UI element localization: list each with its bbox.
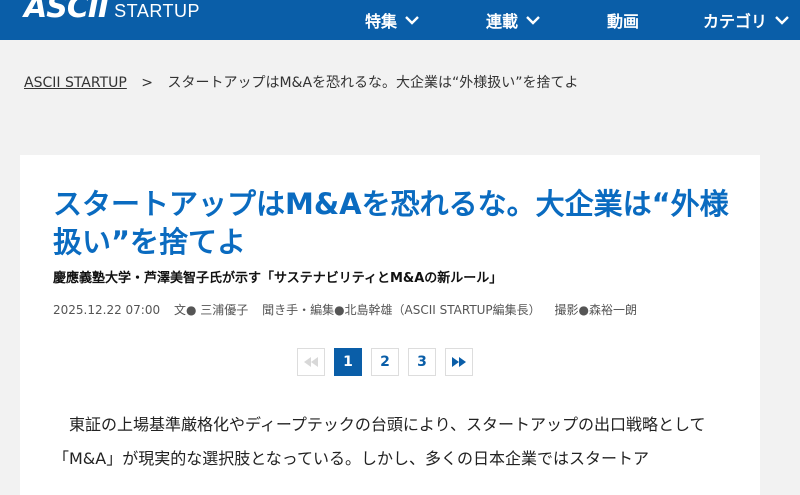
nav-item-label: 動画 xyxy=(607,12,640,31)
pager-page-1[interactable]: 1 xyxy=(334,348,362,376)
chevron-down-icon xyxy=(526,16,540,25)
nav-item-feature[interactable]: 特集 xyxy=(365,0,419,40)
breadcrumb: ASCII STARTUP > スタートアップはM&Aを恐れるな。大企業は“外様… xyxy=(24,72,579,92)
article-meta: 2025.12.22 07:00 文● 三浦優子 聞き手・編集●北島幹雄（ASC… xyxy=(53,301,647,318)
article-date: 2025.12.22 07:00 xyxy=(53,303,161,317)
logo-main-text: ASCII xyxy=(24,0,109,25)
breadcrumb-current: スタートアップはM&Aを恐れるな。大企業は“外様扱い”を捨てよ xyxy=(167,75,579,91)
pager-page-3[interactable]: 3 xyxy=(408,348,436,376)
double-chevron-right-icon xyxy=(452,357,466,367)
breadcrumb-separator: > xyxy=(141,75,154,91)
pager-next-button[interactable] xyxy=(445,348,473,376)
double-chevron-left-icon xyxy=(304,357,318,367)
nav-item-category[interactable]: カテゴリ xyxy=(703,0,789,40)
site-logo[interactable]: ASCII STARTUP xyxy=(24,0,200,26)
chevron-down-icon xyxy=(405,16,419,25)
article-card: スタートアップはM&Aを恐れるな。大企業は“外様扱い”を捨てよ 慶應義塾大学・芦… xyxy=(20,155,760,495)
site-header: ASCII STARTUP 特集 連載 動画 カテゴリ xyxy=(0,0,800,40)
pagination: 1 2 3 xyxy=(297,348,473,376)
breadcrumb-bar: ASCII STARTUP > スタートアップはM&Aを恐れるな。大企業は“外様… xyxy=(0,40,800,125)
article-body: 東証の上場基準厳格化やディープテックの台頭により、スタートアップの出口戦略として… xyxy=(53,415,706,468)
nav-item-video[interactable]: 動画 xyxy=(607,0,639,40)
nav-item-series[interactable]: 連載 xyxy=(486,0,540,40)
pager-page-2[interactable]: 2 xyxy=(371,348,399,376)
nav-item-label: 特集 xyxy=(365,12,398,31)
article-photographer: 撮影●森裕一朗 xyxy=(554,303,637,317)
article-subtitle: 慶應義塾大学・芦澤美智子氏が示す「サステナビリティとM&Aの新ルール」 xyxy=(53,271,503,286)
article-title: スタートアップはM&Aを恐れるな。大企業は“外様扱い”を捨てよ xyxy=(53,187,729,259)
article-interviewer: 聞き手・編集●北島幹雄（ASCII STARTUP編集長） xyxy=(262,303,541,317)
chevron-down-icon xyxy=(775,16,789,25)
article-writer: 文● 三浦優子 xyxy=(173,303,249,317)
logo-sub-text: STARTUP xyxy=(114,1,201,21)
breadcrumb-home-link[interactable]: ASCII STARTUP xyxy=(24,75,127,91)
pager-prev-button xyxy=(297,348,325,376)
nav-item-label: 連載 xyxy=(486,12,519,31)
nav-item-label: カテゴリ xyxy=(703,12,768,31)
